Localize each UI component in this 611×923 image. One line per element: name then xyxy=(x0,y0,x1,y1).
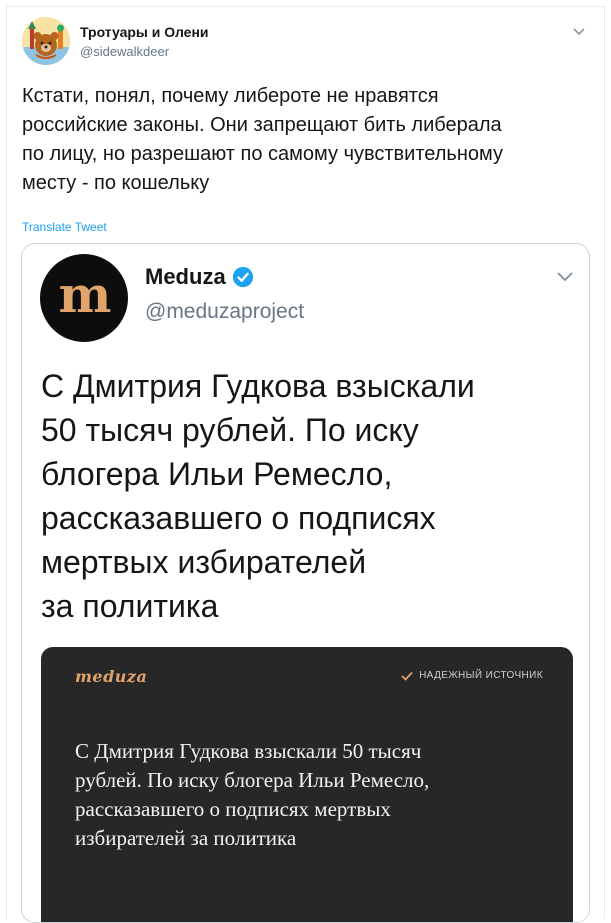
author-avatar[interactable] xyxy=(22,17,70,65)
check-icon xyxy=(401,671,413,681)
author-name[interactable]: Тротуары и Олени xyxy=(80,24,209,40)
translate-tweet-link[interactable]: Translate Tweet xyxy=(22,220,107,234)
quoted-author-row: Meduza xyxy=(145,264,254,290)
author-handle[interactable]: @sidewalkdeer xyxy=(80,44,169,59)
meduza-avatar[interactable]: m xyxy=(40,254,128,342)
quoted-tweet-card[interactable]: m Meduza @meduzaproject С Дмитрия Гудков… xyxy=(21,243,590,923)
meduza-wordmark: meduza xyxy=(75,667,148,686)
chevron-down-icon[interactable] xyxy=(572,26,586,36)
reliable-source-badge: НАДЕЖНЫЙ ИСТОЧНИК xyxy=(401,670,543,681)
quoted-author-handle[interactable]: @meduzaproject xyxy=(145,300,304,324)
bear-kremlin-avatar-icon xyxy=(22,17,70,65)
chevron-down-icon[interactable] xyxy=(556,270,574,282)
media-headline: С Дмитрия Гудкова взыскали 50 тысяч рубл… xyxy=(75,739,430,850)
tweet-text: Кстати, понял, почему либероте не нравят… xyxy=(22,85,503,194)
quoted-tweet-text: С Дмитрия Гудкова взыскали 50 тысяч рубл… xyxy=(41,368,475,624)
meduza-logo-icon: m xyxy=(58,265,112,324)
verified-badge-icon xyxy=(232,266,253,288)
quoted-media-image[interactable]: meduza НАДЕЖНЫЙ ИСТОЧНИК С Дмитрия Гудко… xyxy=(41,647,573,922)
reliable-source-label: НАДЕЖНЫЙ ИСТОЧНИК xyxy=(419,670,543,681)
quoted-author-name[interactable]: Meduza xyxy=(145,264,226,290)
